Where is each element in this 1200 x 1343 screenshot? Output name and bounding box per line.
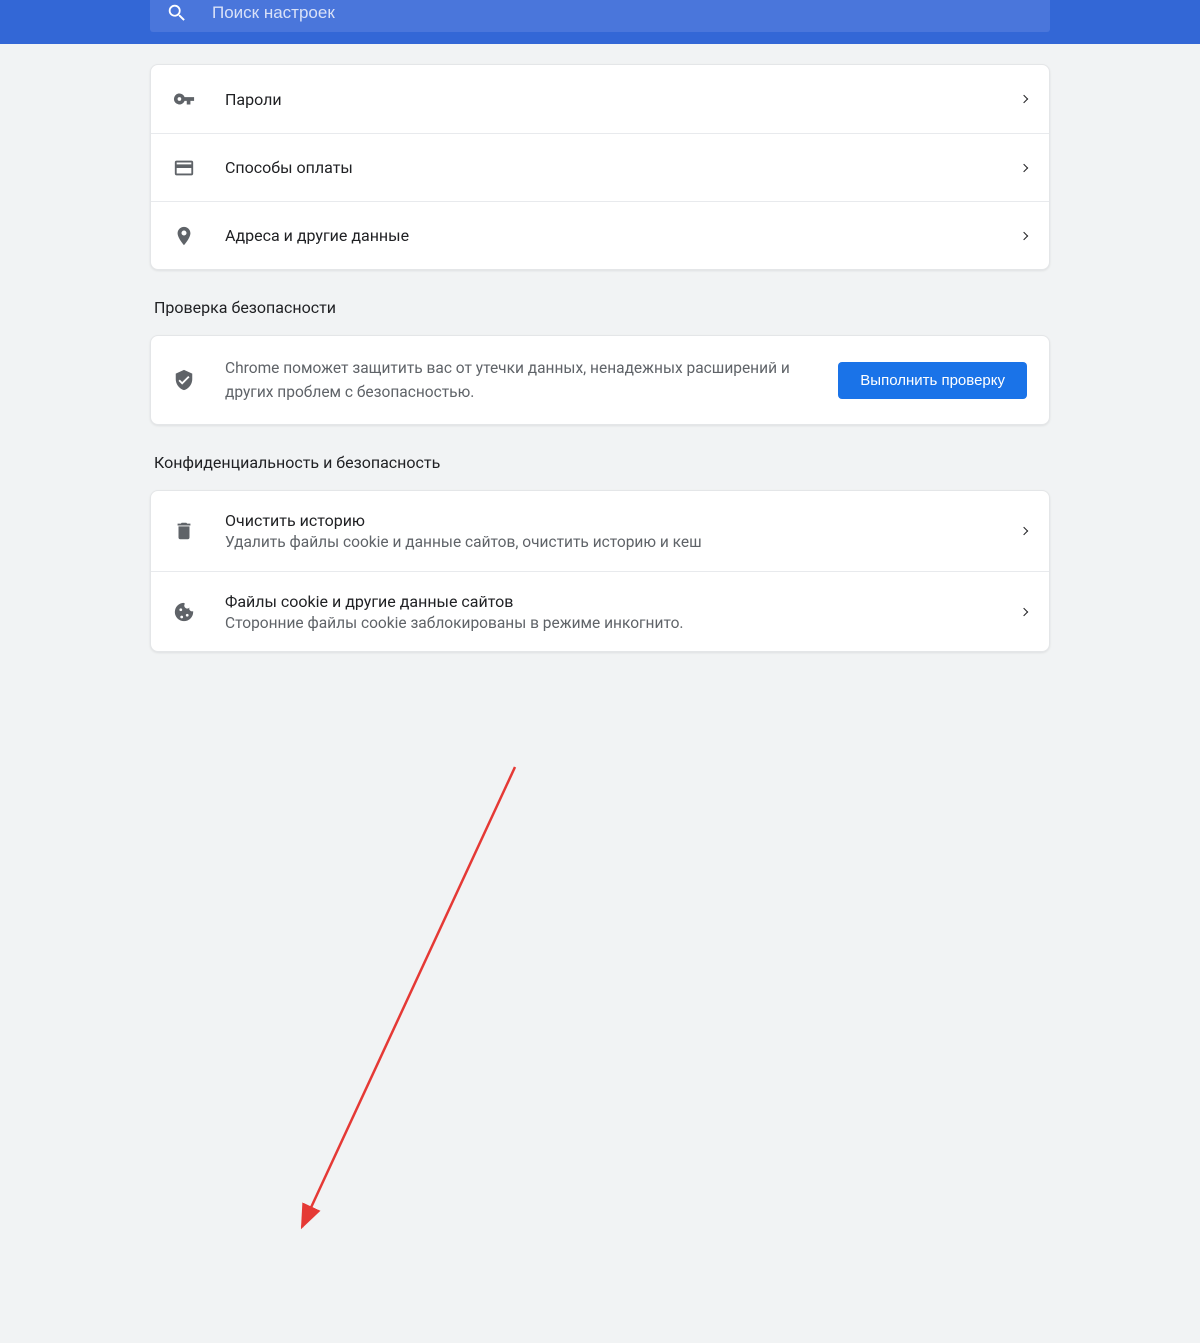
row-label: Очистить историю [225, 511, 1021, 530]
chevron-right-icon [1020, 163, 1028, 171]
row-label: Адреса и другие данные [225, 226, 1021, 245]
row-clear-history[interactable]: Очистить историю Удалить файлы cookie и … [151, 491, 1049, 571]
row-label: Файлы cookie и другие данные сайтов [225, 592, 1021, 611]
credit-card-icon [173, 157, 195, 179]
row-sub: Сторонние файлы cookie заблокированы в р… [225, 614, 1021, 632]
safety-card: Chrome поможет защитить вас от утечки да… [150, 335, 1050, 425]
key-icon [173, 88, 195, 110]
chevron-right-icon [1020, 231, 1028, 239]
search-icon [166, 2, 188, 24]
run-safety-check-button[interactable]: Выполнить проверку [838, 362, 1027, 399]
row-cookies[interactable]: Файлы cookie и другие данные сайтов Стор… [151, 571, 1049, 651]
row-label: Способы оплаты [225, 158, 1021, 177]
section-heading-privacy: Конфиденциальность и безопасность [154, 453, 1050, 472]
safety-description: Chrome поможет защитить вас от утечки да… [225, 356, 816, 404]
cookie-icon [173, 601, 195, 623]
app-header [0, 0, 1200, 44]
privacy-card: Очистить историю Удалить файлы cookie и … [150, 490, 1050, 652]
chevron-right-icon [1020, 95, 1028, 103]
trash-icon [173, 520, 195, 542]
search-input[interactable] [212, 3, 1034, 23]
shield-check-icon [173, 369, 195, 391]
location-icon [173, 225, 195, 247]
chevron-right-icon [1020, 607, 1028, 615]
row-passwords[interactable]: Пароли [151, 65, 1049, 133]
row-addresses[interactable]: Адреса и другие данные [151, 201, 1049, 269]
chevron-right-icon [1020, 527, 1028, 535]
search-bar[interactable] [150, 0, 1050, 32]
settings-content: Пароли Способы оплаты Адреса и другие да… [150, 64, 1050, 652]
annotation-arrow [0, 652, 1200, 1343]
section-heading-safety: Проверка безопасности [154, 298, 1050, 317]
row-label: Пароли [225, 90, 1021, 109]
row-sub: Удалить файлы cookie и данные сайтов, оч… [225, 533, 1021, 551]
row-payment[interactable]: Способы оплаты [151, 133, 1049, 201]
autofill-card: Пароли Способы оплаты Адреса и другие да… [150, 64, 1050, 270]
